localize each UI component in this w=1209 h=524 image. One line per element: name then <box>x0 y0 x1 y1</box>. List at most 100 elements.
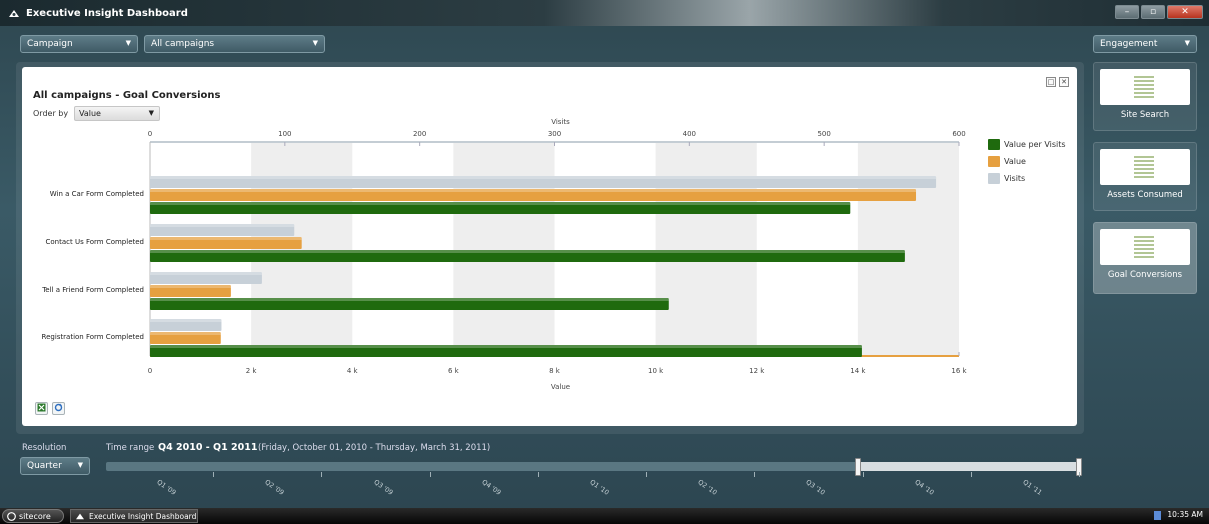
timeline-tick <box>213 472 215 477</box>
top-axis-tick-label: 200 <box>413 130 426 138</box>
timeline-tick <box>537 472 539 477</box>
legend-item: Visits <box>988 173 1066 184</box>
segment-dropdown[interactable]: Campaign ▼ <box>20 35 138 53</box>
tile-site-search[interactable]: Site Search <box>1093 62 1197 131</box>
tile-label: Assets Consumed <box>1107 190 1183 200</box>
timeline-tick <box>970 472 972 477</box>
bottom-axis-tick-label: 2 k <box>246 367 258 375</box>
timeline-tick <box>1079 472 1080 477</box>
bar-highlight <box>150 345 862 348</box>
legend-swatch <box>988 173 1000 184</box>
timeline-quarter-label: Q1 '09 <box>155 478 178 497</box>
top-axis-tick-label: 600 <box>952 130 965 138</box>
category-label: Registration Form Completed <box>42 333 144 341</box>
timeline-tick <box>862 472 864 477</box>
tile-label: Goal Conversions <box>1107 270 1183 280</box>
legend-label: Visits <box>1004 174 1026 183</box>
segment-dropdown-value: Campaign <box>27 39 73 49</box>
chart-legend: Value per Visits Value Visits <box>988 139 1066 190</box>
time-range-label: Time range <box>106 443 155 453</box>
chart-band <box>655 142 757 356</box>
start-button[interactable]: sitecore <box>2 509 64 523</box>
category-label: Win a Car Form Completed <box>50 190 144 198</box>
tile-assets-consumed[interactable]: Assets Consumed <box>1093 142 1197 211</box>
tile-goal-conversions[interactable]: Goal Conversions <box>1093 222 1197 294</box>
top-axis-label: Visits <box>551 118 570 126</box>
timeline-tick <box>321 472 323 477</box>
category-label: Tell a Friend Form Completed <box>41 286 144 294</box>
top-axis-tick-label: 100 <box>278 130 291 138</box>
legend-item: Value per Visits <box>988 139 1066 150</box>
timeline-quarter-label: Q1 '11 <box>1021 478 1044 497</box>
legend-label: Value per Visits <box>1004 140 1066 149</box>
bar-highlight <box>150 332 221 335</box>
bar-highlight <box>150 285 231 288</box>
taskbar: sitecore Executive Insight Dashboard 10:… <box>0 508 1209 524</box>
timeline-selection[interactable] <box>858 462 1080 471</box>
bar-chart: Visits 0 100 200 300 400 500 600 Value 0 2 k 4 k 6 k… <box>41 118 967 391</box>
close-button[interactable]: ✕ <box>1167 5 1203 19</box>
bar-highlight <box>150 189 917 192</box>
bar-highlight <box>150 237 302 240</box>
time-range-description: (Friday, October 01, 2010 - Thursday, Ma… <box>258 443 491 453</box>
excel-export-icon[interactable] <box>35 402 48 415</box>
minimize-button[interactable]: – <box>1115 5 1139 19</box>
timeline-start-handle[interactable] <box>855 458 861 476</box>
chart-band <box>857 142 959 356</box>
top-axis-tick-label: 400 <box>683 130 696 138</box>
bar-highlight <box>150 224 295 227</box>
category-label: Contact Us Form Completed <box>46 238 145 246</box>
report-thumbnail <box>1100 149 1190 185</box>
tray-icon[interactable] <box>1154 511 1161 520</box>
timeline-quarter-label: Q1 '10 <box>588 478 611 497</box>
clock: 10:35 AM <box>1167 510 1203 519</box>
report-thumbnail <box>1100 229 1190 265</box>
bar-highlight <box>150 272 262 275</box>
top-axis-tick-label: 0 <box>148 130 152 138</box>
maximize-button[interactable]: ▫ <box>1141 5 1165 19</box>
timeline-quarter-label: Q2 '10 <box>696 478 719 497</box>
taskbar-app-button[interactable]: Executive Insight Dashboard <box>70 509 198 523</box>
chevron-down-icon: ▼ <box>125 39 131 47</box>
bottom-axis-tick-label: 14 k <box>850 367 866 375</box>
bar-highlight <box>150 250 905 253</box>
timeline-quarter-label: Q4 '10 <box>913 478 936 497</box>
report-panel: All campaigns - Goal Conversions Order b… <box>22 67 1077 426</box>
report-thumbnail <box>1100 69 1190 105</box>
chevron-down-icon: ▼ <box>1184 39 1190 47</box>
scope-dropdown[interactable]: All campaigns ▼ <box>144 35 325 53</box>
bottom-axis-tick-label: 10 k <box>648 367 664 375</box>
timeline-quarter-label: Q3 '10 <box>804 478 827 497</box>
legend-swatch <box>988 156 1000 167</box>
category-dropdown[interactable]: Engagement ▼ <box>1093 35 1197 53</box>
legend-item: Value <box>988 156 1066 167</box>
bar-highlight <box>150 176 937 179</box>
bottom-axis-label: Value <box>551 383 570 391</box>
timeline-quarter-label: Q3 '09 <box>371 478 395 497</box>
top-axis-tick-label: 500 <box>817 130 830 138</box>
bar-highlight <box>150 319 222 322</box>
app-icon <box>9 10 19 17</box>
refresh-icon[interactable] <box>52 402 65 415</box>
tile-label: Site Search <box>1120 110 1170 120</box>
title-bar: Executive Insight Dashboard – ▫ ✕ <box>0 0 1209 26</box>
app-icon <box>76 513 84 520</box>
timeline-tick <box>646 472 648 477</box>
bottom-axis-tick-label: 6 k <box>448 367 460 375</box>
bottom-axis-tick-label: 16 k <box>951 367 967 375</box>
bottom-axis-tick-label: 8 k <box>549 367 561 375</box>
timeline-quarter-label: Q2 '09 <box>263 478 286 497</box>
chart-band <box>453 142 555 356</box>
timeline-tick <box>429 472 431 477</box>
top-axis-tick-label: 300 <box>548 130 561 138</box>
legend-swatch <box>988 139 1000 150</box>
resolution-value: Quarter <box>27 461 62 471</box>
timeline-tick <box>754 472 756 477</box>
bottom-axis-tick-label: 12 k <box>749 367 765 375</box>
bar-highlight <box>150 298 669 301</box>
timeline-quarter-label: Q4 '09 <box>480 478 503 497</box>
start-label: sitecore <box>19 511 51 521</box>
time-range-value: Q4 2010 - Q1 2011 <box>158 442 258 453</box>
bar-highlight <box>150 202 851 205</box>
resolution-dropdown[interactable]: Quarter ▼ <box>20 457 90 475</box>
